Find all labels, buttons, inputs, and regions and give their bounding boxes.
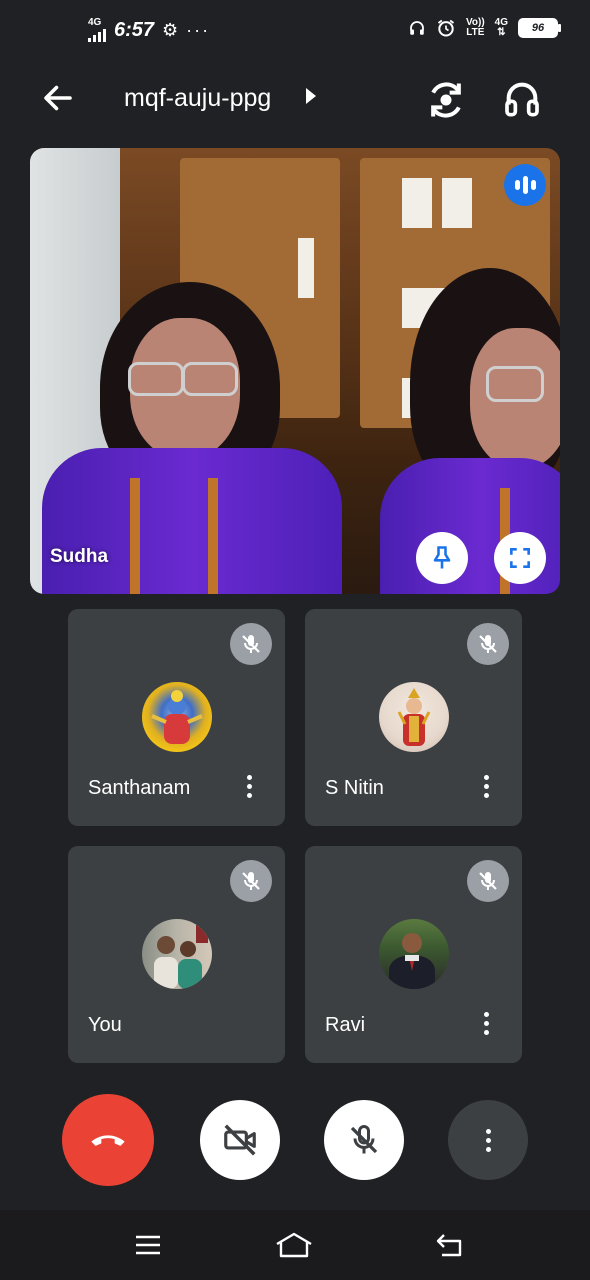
speaking-bars-icon [504,164,546,206]
recent-apps-button[interactable] [128,1228,168,1262]
mic-off-icon [230,860,272,902]
4g-lte-icon: 4G ⇅ [494,17,508,38]
chevron-right-icon[interactable] [306,88,316,104]
fullscreen-icon [510,548,530,568]
pin-icon [433,546,451,569]
participant-tile[interactable]: Ravi [305,846,522,1063]
mic-off-icon [467,860,509,902]
end-call-icon [91,1135,125,1146]
participant-name: Santhanam [88,777,191,799]
meeting-code[interactable]: mqf-auju-ppg [124,84,271,113]
video-background-niche [298,238,314,298]
status-left: 4G 6:57 ⚙ ··· [88,18,210,42]
headphones-icon [505,82,539,117]
portrait-avatar [379,919,449,989]
camera-toggle-button[interactable] [200,1100,280,1180]
audio-output-button[interactable] [502,78,546,122]
more-vert-icon[interactable] [237,769,261,803]
more-options-button[interactable] [448,1100,528,1180]
end-call-button[interactable] [62,1094,154,1186]
participant-tile-self[interactable]: You [68,846,285,1063]
participant-name: You [88,1014,122,1036]
volte-icon: Vo)) LTE [466,18,485,38]
couple-photo-avatar [142,919,212,989]
main-video-feed[interactable]: Sudha [30,148,560,594]
camera-switch-icon [431,82,461,118]
participant-name: S Nitin [325,777,384,799]
mic-off-icon [230,623,272,665]
mic-off-icon [467,623,509,665]
mic-off-icon [350,1125,378,1154]
back-arrow-icon [44,85,72,111]
menu-icon [136,1235,160,1255]
participant-name: Ravi [325,1014,366,1036]
network-type: 4G [88,17,102,28]
more-vert-icon[interactable] [474,1006,498,1040]
video-background-niche [442,178,472,228]
deity-avatar [379,682,449,752]
more-vert-icon[interactable] [474,769,498,803]
main-participant-name: Sudha [50,546,109,567]
home-button[interactable] [274,1228,314,1262]
battery-level: 96 [531,22,545,34]
back-button[interactable] [40,80,80,120]
system-nav-bar [0,1210,590,1280]
meeting-header: mqf-auju-ppg [0,62,590,138]
home-icon [276,1232,312,1258]
mic-toggle-button[interactable] [324,1100,404,1180]
back-nav-button[interactable] [430,1228,470,1262]
fullscreen-button[interactable] [494,532,546,584]
more-vert-icon [485,1128,491,1152]
participant-tile[interactable]: Santhanam [68,609,285,826]
back-icon [436,1234,462,1257]
status-bar: 4G 6:57 ⚙ ··· Vo)) LTE 4G ⇅ 96 [0,0,590,62]
pin-button[interactable] [416,532,468,584]
signal-icon: 4G [88,18,106,42]
alarm-icon [437,19,455,37]
switch-camera-button[interactable] [424,78,468,122]
status-right: Vo)) LTE 4G ⇅ 96 [408,17,561,38]
camera-off-icon [224,1124,256,1156]
volte-bottom: LTE [466,27,485,38]
participant-tile[interactable]: S Nitin [305,609,522,826]
gear-icon: ⚙ [162,19,179,40]
more-notifications-icon: ··· [186,19,211,40]
deity-avatar [142,682,212,752]
battery-icon: 96 [518,18,561,38]
clock: 6:57 [114,18,155,41]
headphones-icon [410,21,424,35]
video-background-niche [402,178,432,228]
